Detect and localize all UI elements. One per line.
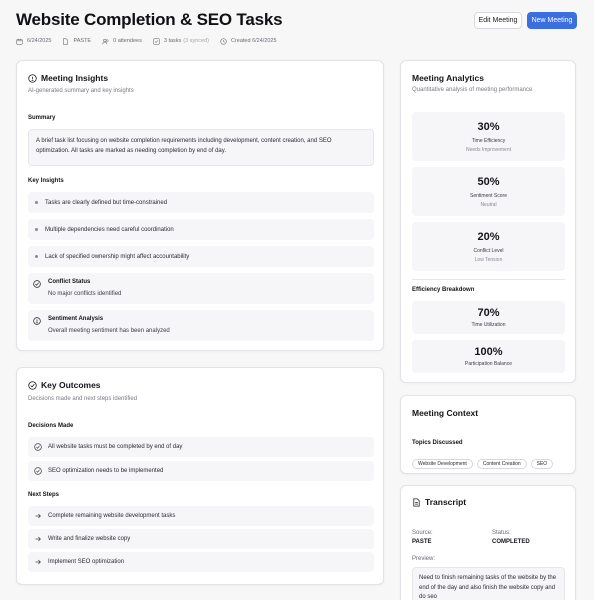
decision-item: All website tasks must be completed by e… <box>28 437 374 457</box>
meeting-meta: 6/24/2025 PASTE 0 attendees 3 tasks (3 s… <box>16 36 288 46</box>
metric-time-efficiency: 30% Time Efficiency Needs Improvement <box>412 112 565 161</box>
insights-title: Meeting Insights <box>28 73 108 83</box>
next-step-item: Complete remaining website development t… <box>28 506 374 526</box>
analytics-subtitle: Quantitative analysis of meeting perform… <box>412 87 533 93</box>
key-outcomes-card: Key Outcomes Decisions made and next ste… <box>16 367 384 585</box>
calendar-icon <box>16 38 23 45</box>
next-steps-label: Next Steps <box>28 492 60 498</box>
next-step-item: Implement SEO optimization <box>28 552 374 572</box>
clock-icon <box>220 37 227 45</box>
transcript-card: Transcript Source: PASTE Status: COMPLET… <box>400 485 576 600</box>
efficiency-breakdown-label: Efficiency Breakdown <box>412 287 475 293</box>
arrow-right-icon <box>35 536 41 542</box>
check-circle-icon <box>34 467 42 475</box>
decisions-label: Decisions Made <box>28 423 74 429</box>
conflict-status: Conflict Status No major conflicts ident… <box>28 273 374 304</box>
topic-tag[interactable]: SEO <box>530 459 554 469</box>
meeting-analytics-card: Meeting Analytics Quantitative analysis … <box>400 60 576 383</box>
checkbox-icon <box>153 37 160 45</box>
context-title: Meeting Context <box>412 408 479 418</box>
metric-participation-balance: 100% Participation Balance <box>412 340 565 373</box>
meta-tasks: 3 tasks (3 synced) <box>153 37 209 45</box>
key-insight-item: Tasks are clearly defined but time-const… <box>28 192 374 213</box>
bullet-icon <box>35 255 38 258</box>
file-text-icon <box>413 497 420 507</box>
outcomes-subtitle: Decisions made and next steps identified <box>28 396 138 402</box>
status-value: COMPLETED <box>492 539 530 545</box>
next-step-item: Write and finalize website copy <box>28 529 374 549</box>
page-header: Website Completion & SEO Tasks Edit Meet… <box>0 0 594 52</box>
meta-date: 6/24/2025 <box>16 38 51 45</box>
check-circle-icon <box>33 280 41 288</box>
page-title: Website Completion & SEO Tasks <box>16 10 283 29</box>
key-insight-item: Lack of specified ownership might affect… <box>28 246 374 267</box>
new-meeting-button[interactable]: New Meeting <box>527 12 577 29</box>
metric-time-utilization: 70% Time Utilization <box>412 301 565 334</box>
check-circle-icon <box>34 443 42 451</box>
transcript-title: Transcript <box>412 497 466 507</box>
key-insight-item: Multiple dependencies need careful coord… <box>28 219 374 240</box>
topic-tag[interactable]: Website Development <box>412 459 473 469</box>
transcript-preview: Need to finish remaining tasks of the we… <box>412 567 565 600</box>
check-circle-icon <box>28 380 37 390</box>
meeting-context-card: Meeting Context Topics Discussed Website… <box>400 395 576 474</box>
bullet-icon <box>35 228 38 231</box>
insights-subtitle: AI-generated summary and key insights <box>28 88 134 94</box>
document-icon <box>63 37 69 45</box>
analytics-title: Meeting Analytics <box>412 73 484 83</box>
decision-item: SEO optimization needs to be implemented <box>28 461 374 481</box>
divider <box>412 279 565 280</box>
lightbulb-icon <box>28 73 37 83</box>
topics-label: Topics Discussed <box>412 440 463 446</box>
bullet-icon <box>35 201 38 204</box>
summary-text: A brief task list focusing on website co… <box>28 129 374 166</box>
summary-label: Summary <box>28 115 56 121</box>
preview-label: Preview: <box>412 556 436 562</box>
outcomes-title: Key Outcomes <box>28 380 101 390</box>
status-label: Status: <box>492 530 511 536</box>
metric-sentiment-score: 50% Sentiment Score Neutral <box>412 167 565 216</box>
topics-list: Website Development Content Creation SEO <box>412 452 557 470</box>
key-insights-label: Key Insights <box>28 178 64 184</box>
metric-conflict-level: 20% Conflict Level Low Tension <box>412 222 565 271</box>
arrow-right-icon <box>35 513 41 519</box>
lightbulb-icon <box>33 317 41 325</box>
sentiment-analysis: Sentiment Analysis Overall meeting senti… <box>28 310 374 341</box>
meta-attendees: 0 attendees <box>102 38 142 45</box>
meeting-insights-card: Meeting Insights AI-generated summary an… <box>16 60 384 351</box>
source-value: PASTE <box>412 539 432 545</box>
users-icon <box>102 38 109 44</box>
arrow-right-icon <box>35 559 41 565</box>
meta-created: Created 6/24/2025 <box>220 37 277 45</box>
source-label: Source: <box>412 530 433 536</box>
topic-tag[interactable]: Content Creation <box>476 459 527 469</box>
meta-source: PASTE <box>62 37 91 45</box>
edit-meeting-button[interactable]: Edit Meeting <box>474 12 522 29</box>
